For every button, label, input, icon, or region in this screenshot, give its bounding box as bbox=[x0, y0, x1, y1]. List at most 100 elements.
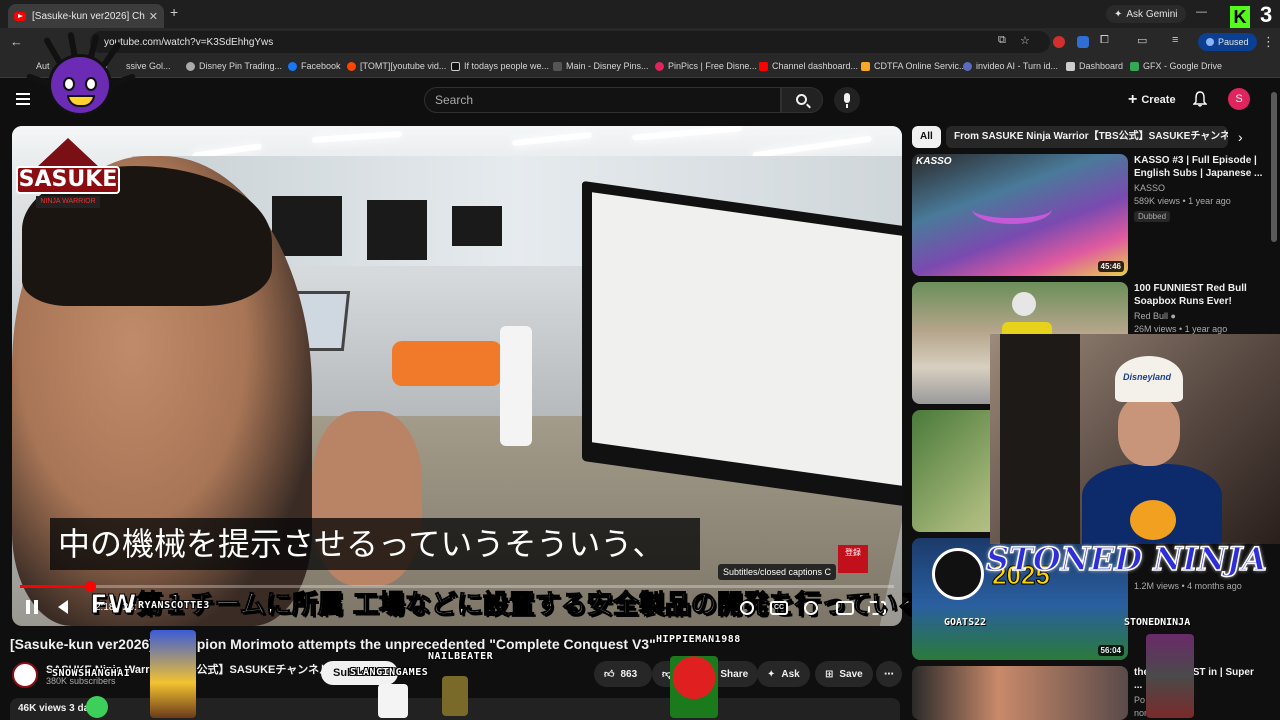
back-arrow-icon[interactable]: ← bbox=[10, 34, 23, 49]
pause-icon[interactable] bbox=[26, 600, 38, 614]
tab-title: [Sasuke-kun ver2026] Cham bbox=[32, 10, 145, 22]
youtube-favicon-icon bbox=[14, 11, 26, 21]
bookmark-item[interactable]: invideo AI - Turn id... bbox=[963, 61, 1058, 71]
minimize-window-icon[interactable]: — bbox=[1196, 6, 1207, 18]
hat-logo: Disneyland bbox=[1123, 372, 1172, 382]
video-thumbnail[interactable]: KASSO 45:46 bbox=[912, 154, 1128, 276]
bookmark-item[interactable]: PinPics | Free Disne... bbox=[655, 61, 757, 71]
more-actions-button[interactable]: ⋯ bbox=[876, 661, 902, 687]
registered-badge: 登録 bbox=[838, 545, 868, 573]
extension-red-icon[interactable] bbox=[1053, 36, 1065, 48]
search-input[interactable]: Search bbox=[424, 87, 781, 113]
channel-avatar[interactable] bbox=[12, 662, 38, 688]
sidebar-video-item[interactable]: KASSO 45:46 KASSO #3 | Full Episode | En… bbox=[912, 154, 1272, 278]
create-button[interactable]: + Create bbox=[1118, 88, 1186, 112]
bookmark-star-icon[interactable]: ☆ bbox=[1020, 34, 1030, 47]
thumbs-up-icon: 👍︎ bbox=[604, 669, 615, 680]
bookmark-item[interactable]: ssive Gol... bbox=[126, 61, 171, 71]
close-tab-icon[interactable]: ✕ bbox=[149, 10, 158, 23]
ramp-shape bbox=[972, 194, 1052, 224]
viewer-tag: RYANSCOTTE3 bbox=[138, 600, 210, 611]
sasuke-logo-sub: NINJA WARRIOR bbox=[36, 196, 100, 208]
account-avatar[interactable]: S bbox=[1228, 88, 1250, 110]
create-label: Create bbox=[1141, 94, 1176, 106]
viewer-tag: GOATS22 bbox=[944, 617, 987, 628]
fullscreen-icon[interactable] bbox=[868, 601, 886, 615]
reading-list-icon[interactable]: ≡ bbox=[1172, 34, 1178, 46]
settings-gear-icon[interactable] bbox=[804, 601, 818, 615]
chevron-right-icon[interactable]: › bbox=[1238, 129, 1243, 145]
viewer-tag: HIPPIEMAN1988 bbox=[656, 634, 741, 645]
bookmark-item[interactable]: If todays people we... bbox=[451, 61, 549, 71]
ask-button[interactable]: ✦ Ask bbox=[757, 661, 810, 687]
theater-mode-icon[interactable] bbox=[836, 601, 854, 615]
youtube-header: Search + Create S bbox=[0, 78, 1280, 122]
google-drive-icon bbox=[1130, 61, 1139, 71]
sparkle-icon: ✦ bbox=[767, 668, 776, 680]
save-bookmark-icon: ⊞ bbox=[825, 668, 834, 680]
save-label: Save bbox=[839, 668, 863, 680]
search-icon bbox=[796, 94, 807, 105]
ask-gemini-label: Ask Gemini bbox=[1126, 8, 1178, 20]
captions-cc-icon[interactable]: CC bbox=[770, 601, 788, 615]
chip-from-channel[interactable]: From SASUKE Ninja Warrior【TBS公式】SASUKEチャ… bbox=[946, 126, 1228, 148]
sasuke-logo: SASUKE NINJA WARRIOR bbox=[14, 136, 122, 216]
sidepanel-icon[interactable]: ▭ bbox=[1137, 34, 1147, 47]
extensions-puzzle-icon[interactable]: ⧠ bbox=[1100, 34, 1109, 47]
browser-menu-icon[interactable]: ⋮ bbox=[1262, 34, 1275, 50]
extension-blue-icon[interactable] bbox=[1077, 36, 1089, 48]
tiktok-icon bbox=[451, 61, 460, 71]
more-dots-icon: ⋯ bbox=[884, 668, 894, 680]
address-bar-row: ← youtube.com/watch?v=K3SdEhhgYws ⧉ ☆ ⧠ … bbox=[0, 28, 1280, 56]
bookmark-item[interactable]: [TOMT][youtube vid... bbox=[347, 61, 446, 71]
page-icon bbox=[553, 61, 562, 71]
reddit-icon bbox=[347, 61, 356, 71]
profile-avatar-icon bbox=[1206, 38, 1214, 46]
autoplay-toggle-icon[interactable] bbox=[740, 601, 754, 615]
bookmark-item[interactable]: Main - Disney Pins... bbox=[553, 61, 649, 71]
facebook-icon bbox=[288, 61, 297, 71]
stoned-ninja-banner: STONED NINJA bbox=[985, 539, 1267, 579]
viewer-tag: SLANGINGAMES bbox=[350, 667, 429, 678]
video-title[interactable]: 100 FUNNIEST Red Bull Soapbox Runs Ever! bbox=[1134, 282, 1264, 308]
channel-name[interactable]: KASSO bbox=[1134, 183, 1264, 193]
bookmark-item[interactable]: GFX - Google Drive bbox=[1130, 61, 1222, 71]
video-title[interactable]: KASSO #3 | Full Episode | English Subs |… bbox=[1134, 154, 1264, 180]
sprite-soldier-overlay bbox=[442, 676, 468, 716]
gemini-sparkle-icon: ✦ bbox=[1114, 8, 1123, 20]
chip-all[interactable]: All bbox=[912, 126, 941, 148]
ask-gemini-button[interactable]: ✦ Ask Gemini bbox=[1106, 5, 1186, 23]
video-title: [Sasuke-kun ver2026] Champion Morimoto a… bbox=[10, 636, 660, 652]
bookmark-item[interactable]: CDTFA Online Servic... bbox=[861, 61, 967, 71]
cast-icon[interactable]: ⧉ bbox=[998, 34, 1006, 47]
bookmark-item[interactable]: Dashboard bbox=[1066, 61, 1123, 71]
new-tab-button[interactable]: + bbox=[170, 4, 178, 20]
stream-mascot-overlay bbox=[25, 31, 137, 126]
bookmark-item[interactable]: Facebook bbox=[288, 61, 341, 71]
search-button[interactable] bbox=[781, 87, 823, 113]
url-omnibox[interactable]: youtube.com/watch?v=K3SdEhhgYws bbox=[90, 31, 1050, 53]
verified-icon: ● bbox=[1170, 311, 1176, 321]
kick-counter: 3 bbox=[1260, 2, 1273, 27]
viewer-tag: NAILBEATER bbox=[428, 651, 494, 662]
like-button[interactable]: 👍︎ 863 bbox=[594, 661, 652, 687]
kick-logo-icon: K bbox=[1230, 6, 1250, 28]
menu-icon[interactable] bbox=[16, 93, 30, 105]
browser-tab-active[interactable]: [Sasuke-kun ver2026] Cham ✕ bbox=[8, 4, 164, 28]
bookmarks-bar: Aut Co ssive Gol... Disney Pin Trading..… bbox=[0, 56, 1280, 78]
viewer-tag: STONEDNINJA bbox=[1124, 617, 1191, 628]
sprite-robot-overlay bbox=[1146, 634, 1194, 718]
voice-search-icon[interactable] bbox=[834, 87, 860, 113]
caption-subtitle: 中の機械を提示させるっていうそういう、 bbox=[50, 518, 700, 570]
page-scrollbar[interactable] bbox=[1271, 92, 1277, 242]
notifications-bell-icon[interactable] bbox=[1193, 91, 1207, 107]
bookmark-item[interactable]: Disney Pin Trading... bbox=[186, 61, 282, 71]
save-button[interactable]: ⊞ Save bbox=[815, 661, 873, 687]
ask-label: Ask bbox=[781, 668, 800, 680]
channel-name[interactable]: Red Bull ● bbox=[1134, 311, 1264, 321]
bookmark-item[interactable]: Channel dashboard... bbox=[759, 61, 858, 71]
video-thumbnail[interactable] bbox=[912, 666, 1128, 720]
volume-icon[interactable] bbox=[58, 600, 68, 614]
sidebar-video-item[interactable]: the GREATEST in | Super ... Po nonths ag… bbox=[912, 666, 1272, 720]
profile-paused-button[interactable]: Paused bbox=[1198, 33, 1257, 51]
